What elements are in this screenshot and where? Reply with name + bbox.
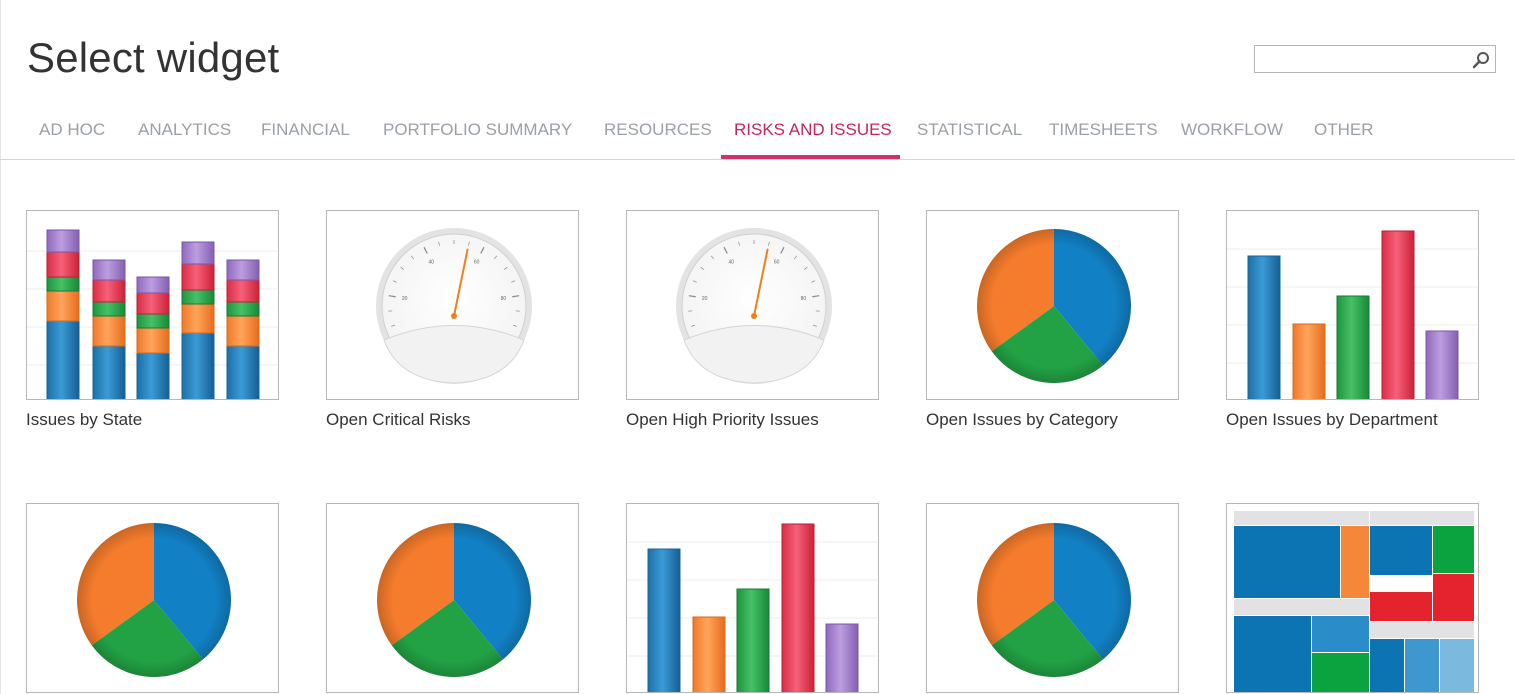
left-border (0, 0, 1, 694)
gauge-tick-label: 80 (801, 296, 807, 302)
tab-other[interactable]: OTHER (1314, 120, 1374, 140)
page-title: Select widget (27, 34, 280, 81)
gauge-tick-label: 40 (729, 259, 735, 265)
gauge-thumbnail: 020406080100 (326, 210, 579, 400)
tab-timesheets[interactable]: TIMESHEETS (1049, 120, 1158, 140)
active-tab-indicator (721, 155, 900, 159)
widget-label: Open Critical Risks (326, 410, 471, 429)
pie-shading (377, 523, 531, 677)
gauge-tick-label: 60 (474, 259, 480, 265)
category-tabs: AD HOC ANALYTICS FINANCIAL PORTFOLIO SUM… (0, 108, 1515, 160)
pie-chart-thumbnail (326, 503, 579, 693)
tab-financial[interactable]: FINANCIAL (261, 120, 350, 140)
pie-shading (977, 523, 1131, 677)
pie-chart-thumbnail (926, 210, 1179, 400)
gauge-tick-label: 20 (402, 296, 408, 302)
tab-analytics[interactable]: ANALYTICS (138, 120, 231, 140)
stacked-bar-chart-thumbnail (26, 210, 279, 400)
pie-shading (77, 523, 231, 677)
gauge-thumbnail: 020406080100 (626, 210, 879, 400)
treemap-thumbnail (1226, 503, 1479, 693)
gauge-tick-label: 20 (702, 296, 708, 302)
gauge-hub (451, 313, 457, 319)
gauge-tick-label: 40 (429, 259, 435, 265)
widget-label: Issues by State (26, 410, 143, 429)
bar-chart-thumbnail (626, 503, 879, 693)
pie-chart-thumbnail (926, 503, 1179, 693)
search-icon[interactable] (1471, 50, 1491, 70)
widget-label: Open High Priority Issues (626, 410, 819, 429)
tab-workflow[interactable]: WORKFLOW (1181, 120, 1283, 140)
gauge-tick-label: 60 (774, 259, 780, 265)
bar-chart-thumbnail (1226, 210, 1479, 400)
tab-statistical[interactable]: STATISTICAL (917, 120, 1022, 140)
gauge-tick-label: 80 (501, 296, 507, 302)
tab-resources[interactable]: RESOURCES (604, 120, 712, 140)
search-box[interactable] (1254, 45, 1496, 73)
widget-label: Open Issues by Category (926, 410, 1118, 429)
tab-ad-hoc[interactable]: AD HOC (39, 120, 105, 140)
search-input[interactable] (1255, 46, 1477, 72)
tab-risks-and-issues[interactable]: RISKS AND ISSUES (734, 120, 892, 140)
gauge-lower-cap (383, 325, 525, 384)
widget-label: Open Issues by Department (1226, 410, 1438, 429)
gauge-hub (751, 313, 757, 319)
pie-chart-thumbnail (26, 503, 279, 693)
tab-portfolio-summary[interactable]: PORTFOLIO SUMMARY (383, 120, 572, 140)
gauge-lower-cap (683, 325, 825, 384)
pie-shading (977, 229, 1131, 383)
